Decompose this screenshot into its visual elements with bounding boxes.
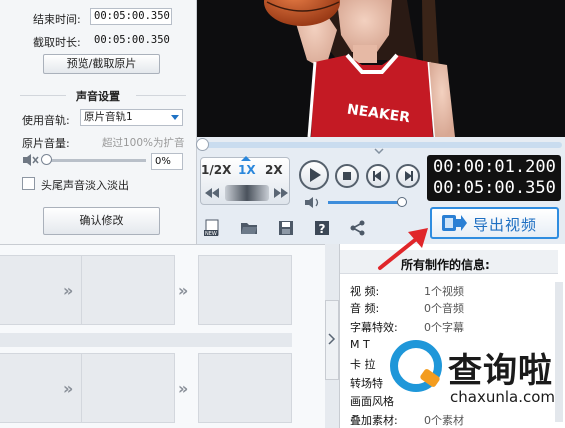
svg-text:?: ? (319, 222, 326, 236)
fade-checkbox-label: 头尾声音淡入淡出 (41, 179, 129, 192)
rewind-icon[interactable] (205, 188, 219, 198)
info-scrollbar[interactable] (555, 282, 563, 422)
speed-indicator-icon (241, 156, 251, 161)
info-label: 叠加素材: (350, 414, 398, 427)
chevron-right-icon: » (63, 379, 74, 398)
total-time: 00:05:00.350 (433, 178, 556, 198)
open-folder-icon[interactable] (240, 219, 258, 237)
svg-text:NEW: NEW (205, 231, 217, 237)
info-label: 视 频: (350, 285, 380, 298)
timeline-frame[interactable] (81, 255, 175, 325)
share-icon[interactable] (349, 219, 367, 237)
player-volume-handle[interactable] (397, 197, 407, 207)
timeline-frame[interactable] (198, 255, 292, 325)
export-icon (442, 215, 467, 231)
video-preview[interactable]: NEAKER (197, 0, 565, 137)
new-icon[interactable]: NEW (203, 219, 221, 237)
help-icon[interactable]: ? (313, 219, 331, 237)
end-time-field[interactable]: 00:05:00.350 (90, 8, 172, 25)
original-volume-label: 原片音量: (22, 137, 70, 150)
watermark-text: 查询啦 (448, 351, 553, 391)
play-icon (310, 168, 321, 182)
clip-duration-label: 截取时长: (33, 36, 81, 49)
current-time: 00:00:01.200 (433, 157, 556, 177)
info-label: 画面风格 (350, 395, 394, 408)
previous-icon (373, 171, 381, 181)
settings-panel: 结束时间: 00:05:00.350 截取时长: 00:05:00.350 预览… (0, 0, 197, 244)
save-icon[interactable] (277, 219, 295, 237)
player-volume-slider[interactable] (328, 201, 402, 204)
speed-1x[interactable]: 1X (238, 163, 256, 177)
next-icon (405, 171, 413, 181)
chevron-down-icon (171, 115, 179, 120)
audio-track-select[interactable]: 原片音轨1 (80, 109, 183, 126)
fade-checkbox[interactable] (22, 177, 35, 190)
volume-icon[interactable] (304, 196, 322, 209)
volume-slider-handle[interactable] (41, 154, 52, 165)
timeline-track-divider (0, 333, 292, 347)
info-value: 0个音频 (424, 302, 464, 315)
progress-handle[interactable] (196, 138, 209, 151)
confirm-button[interactable]: 确认修改 (43, 207, 160, 235)
jog-shuttle[interactable] (225, 185, 269, 201)
stop-button[interactable] (335, 164, 359, 188)
section-divider-left (20, 95, 66, 96)
chevron-right-icon: » (178, 379, 189, 398)
previous-button[interactable] (366, 164, 390, 188)
play-button[interactable] (299, 160, 329, 190)
end-time-label: 结束时间: (33, 13, 81, 26)
expand-toggle-icon[interactable] (374, 148, 384, 154)
watermark-url: chaxunla.com (450, 388, 555, 406)
info-label: M T (350, 338, 370, 351)
next-button[interactable] (396, 164, 420, 188)
info-value: 0个素材 (424, 414, 464, 427)
section-divider-right (136, 95, 186, 96)
annotation-arrow-icon (378, 228, 428, 270)
export-video-label: 导出视频 (473, 216, 538, 234)
info-label: 字幕特效: (350, 321, 398, 334)
volume-hint: 超过100%为扩音 (102, 137, 185, 149)
audio-track-value: 原片音轨1 (84, 111, 133, 123)
timeline-frame[interactable] (198, 353, 292, 423)
use-track-label: 使用音轨: (22, 114, 70, 127)
mute-icon[interactable] (22, 153, 40, 167)
volume-percent-field[interactable]: 0% (151, 153, 183, 170)
speed-half[interactable]: 1/2X (201, 163, 231, 177)
info-label: 卡 拉 (350, 358, 376, 371)
clip-duration-value: 00:05:00.350 (94, 34, 170, 46)
fast-forward-icon[interactable] (274, 188, 288, 198)
volume-slider-track[interactable] (46, 159, 146, 162)
info-value: 0个字幕 (424, 321, 464, 334)
speed-2x[interactable]: 2X (265, 163, 283, 177)
chevron-right-icon (328, 333, 336, 345)
timeline-frame[interactable] (81, 353, 175, 423)
audio-section-title: 声音设置 (76, 90, 120, 103)
preview-clip-button[interactable]: 预览/截取原片 (43, 54, 160, 74)
info-value: 1个视频 (424, 285, 464, 298)
chevron-right-icon: » (63, 281, 74, 300)
info-label: 转场特 (350, 377, 383, 390)
stop-icon (343, 172, 351, 180)
chevron-right-icon: » (178, 281, 189, 300)
info-label: 音 频: (350, 302, 380, 315)
